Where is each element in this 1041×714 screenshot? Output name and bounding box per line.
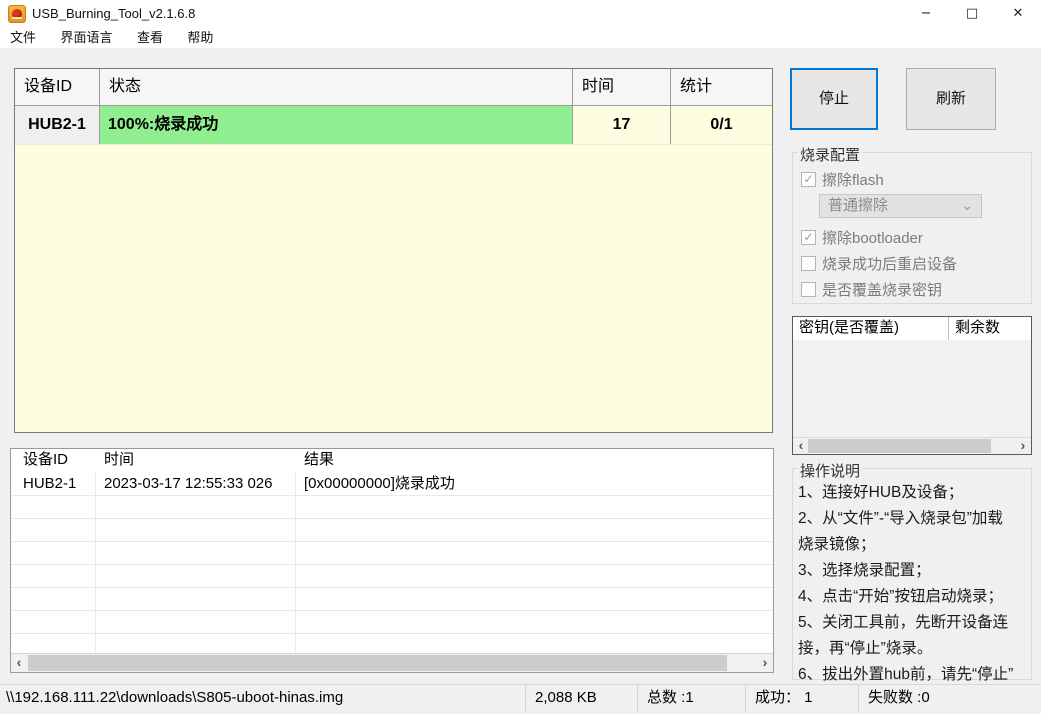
device-table-header: 设备ID 状态 时间 统计 <box>15 69 772 106</box>
chevron-down-icon: ⌄ <box>961 197 973 213</box>
instructions-group: 操作说明 1、连接好HUB及设备； 2、从“文件”-“导入烧录包”加载 烧录镜像… <box>792 460 1032 709</box>
log-empty-row <box>11 588 773 611</box>
reboot-after-success-checkbox[interactable] <box>801 256 816 271</box>
col-remaining: 剩余数 <box>955 319 1001 336</box>
erase-mode-value: 普通擦除 <box>828 197 889 214</box>
scrollbar-thumb[interactable] <box>28 655 727 671</box>
col-stats: 统计 <box>680 78 713 95</box>
scroll-left-icon[interactable]: ‹ <box>793 438 809 454</box>
app-icon <box>8 5 26 23</box>
scroll-right-icon[interactable]: › <box>757 654 773 672</box>
scroll-right-icon[interactable]: › <box>1015 438 1031 454</box>
usb-slot-icon <box>12 17 22 19</box>
col-time: 时间 <box>573 69 671 105</box>
reboot-after-success-label: 烧录成功后重启设备 <box>822 256 958 273</box>
minimize-icon[interactable]: − <box>903 0 949 28</box>
scrollbar-thumb[interactable] <box>808 439 991 453</box>
log-row[interactable]: HUB2-1 2023-03-17 12:55:33 026 [0x000000… <box>11 472 773 496</box>
log-device-id: HUB2-1 <box>11 472 96 496</box>
log-empty-row <box>11 611 773 634</box>
image-size: 2,088 KB <box>525 685 637 712</box>
reboot-after-success-option[interactable]: 烧录成功后重启设备 <box>801 253 957 274</box>
window-controls: − □ ✕ <box>903 0 1041 28</box>
overwrite-key-checkbox[interactable] <box>801 282 816 297</box>
erase-bootloader-label: 擦除bootloader <box>822 230 923 247</box>
refresh-button[interactable]: 刷新 <box>906 68 996 130</box>
erase-bootloader-checkbox[interactable]: ✓ <box>801 230 816 245</box>
col-device-id: 设备ID <box>15 69 100 105</box>
key-table: 密钥(是否覆盖) 剩余数 ‹ › <box>792 316 1032 455</box>
failed-count: 失败数 :0 <box>858 685 1041 712</box>
device-status-table: 设备ID 状态 时间 统计 HUB2-1 100%:烧录成功 17 0/1 <box>14 68 773 433</box>
log-empty-row <box>11 542 773 565</box>
menu-view[interactable]: 查看 <box>127 28 173 48</box>
total-count: 总数 :1 <box>637 685 745 712</box>
burn-status-cell: 100%:烧录成功 <box>100 106 573 144</box>
overwrite-key-option[interactable]: 是否覆盖烧录密钥 <box>801 279 942 300</box>
log-table: 设备ID 时间 结果 HUB2-1 2023-03-17 12:55:33 02… <box>10 448 774 673</box>
device-row[interactable]: HUB2-1 100%:烧录成功 17 0/1 <box>15 106 772 145</box>
log-table-header: 设备ID 时间 结果 <box>11 449 773 472</box>
erase-flash-option[interactable]: ✓ 擦除flash <box>801 169 884 190</box>
log-time: 2023-03-17 12:55:33 026 <box>96 472 296 496</box>
log-col-time: 时间 <box>104 451 135 468</box>
col-status: 状态 <box>100 69 573 105</box>
log-result: [0x00000000]烧录成功 <box>296 472 773 496</box>
scroll-left-icon[interactable]: ‹ <box>11 654 27 672</box>
key-table-header: 密钥(是否覆盖) 剩余数 <box>793 317 1031 340</box>
burn-stats-cell: 0/1 <box>671 106 772 144</box>
image-path: \\192.168.111.22\downloads\S805-uboot-hi… <box>6 689 344 706</box>
log-empty-row <box>11 565 773 588</box>
col-key: 密钥(是否覆盖) <box>793 317 949 340</box>
log-col-result: 结果 <box>304 451 335 468</box>
window-title: USB_Burning_Tool_v2.1.6.8 <box>32 6 196 21</box>
usb-burning-tool-window: USB_Burning_Tool_v2.1.6.8 − □ ✕ 文件 界面语言 … <box>0 0 1041 712</box>
log-empty-row <box>11 519 773 542</box>
instructions-text: 1、连接好HUB及设备； 2、从“文件”-“导入烧录包”加载 烧录镜像； 3、选… <box>798 484 1014 709</box>
status-bar: \\192.168.111.22\downloads\S805-uboot-hi… <box>0 684 1041 712</box>
menu-language[interactable]: 界面语言 <box>50 28 122 48</box>
maximize-icon[interactable]: □ <box>949 0 995 28</box>
key-table-hscrollbar[interactable]: ‹ › <box>793 437 1031 454</box>
erase-flash-label: 擦除flash <box>822 172 884 189</box>
menu-bar: 文件 界面语言 查看 帮助 <box>0 28 1041 48</box>
burn-config-title: 烧录配置 <box>797 144 864 165</box>
overwrite-key-label: 是否覆盖烧录密钥 <box>822 282 943 299</box>
device-id-cell: HUB2-1 <box>15 106 100 144</box>
log-table-hscrollbar[interactable]: ‹ › <box>11 653 773 672</box>
menu-file[interactable]: 文件 <box>0 28 46 48</box>
stop-button[interactable]: 停止 <box>790 68 878 130</box>
title-bar: USB_Burning_Tool_v2.1.6.8 − □ ✕ <box>0 0 1041 28</box>
success-count: 成功： 1 <box>745 685 858 712</box>
close-icon[interactable]: ✕ <box>995 0 1041 28</box>
erase-mode-dropdown[interactable]: 普通擦除 ⌄ <box>819 194 982 218</box>
erase-flash-checkbox[interactable]: ✓ <box>801 172 816 187</box>
burn-time-cell: 17 <box>573 106 671 144</box>
burn-config-group: 烧录配置 ✓ 擦除flash 普通擦除 ⌄ ✓ 擦除bootloader 烧录成… <box>792 144 1032 304</box>
log-empty-row <box>11 496 773 519</box>
log-col-device-id: 设备ID <box>23 451 69 468</box>
instructions-title: 操作说明 <box>797 460 864 481</box>
menu-help[interactable]: 帮助 <box>177 28 223 48</box>
erase-bootloader-option[interactable]: ✓ 擦除bootloader <box>801 227 923 248</box>
